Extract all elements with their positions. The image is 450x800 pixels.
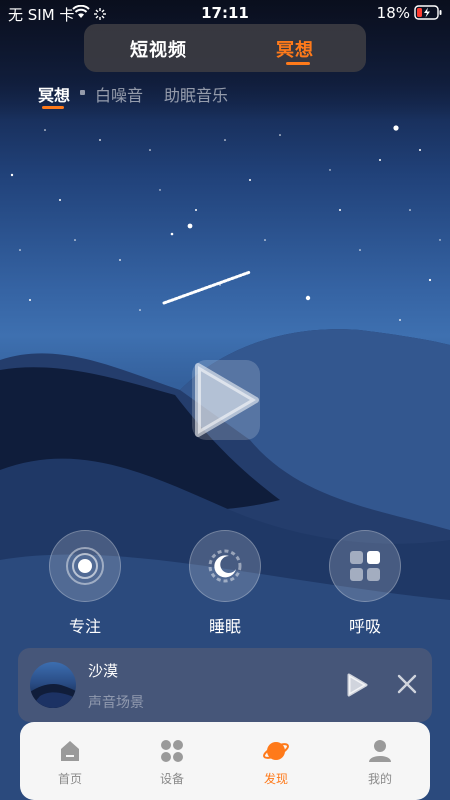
- breath-icon: [329, 530, 401, 602]
- nav-devices-label: 设备: [159, 772, 184, 786]
- mode-breath-button[interactable]: 呼吸: [328, 530, 402, 637]
- planet-icon: [263, 738, 289, 764]
- mini-play-button[interactable]: [346, 672, 368, 702]
- subtab-meditation[interactable]: 冥想: [38, 82, 70, 106]
- mode-breath-label: 呼吸: [348, 617, 381, 636]
- track-title: 沙漠: [88, 662, 119, 680]
- content-type-switch: 短视频 冥想: [84, 24, 366, 72]
- play-icon: [347, 673, 368, 697]
- nav-profile[interactable]: 我的: [350, 738, 410, 787]
- nav-discover[interactable]: 发现: [246, 738, 306, 787]
- play-icon: [195, 363, 259, 437]
- nav-home-label: 首页: [57, 772, 82, 786]
- nav-devices[interactable]: 设备: [142, 738, 202, 787]
- mode-sleep-label: 睡眠: [208, 617, 241, 636]
- hero-play-button[interactable]: [192, 360, 260, 440]
- mode-focus-button[interactable]: 专注: [48, 530, 122, 637]
- home-icon: [57, 738, 83, 764]
- mode-sleep-button[interactable]: 睡眠: [188, 530, 262, 637]
- status-bar: 无 SIM 卡 17:11 18%: [0, 0, 450, 26]
- nav-discover-label: 发现: [263, 772, 288, 786]
- subtab-white-noise[interactable]: 白噪音: [95, 82, 143, 106]
- mini-close-button[interactable]: [396, 673, 418, 699]
- active-tab-indicator: [286, 62, 310, 65]
- sub-category-tabs: 冥想 白噪音 助眠音乐: [0, 80, 450, 110]
- subtab-indicator: [42, 106, 64, 109]
- nav-profile-label: 我的: [367, 772, 392, 786]
- track-subtitle: 声音场景: [88, 695, 144, 711]
- battery-percent: 18%: [376, 4, 410, 22]
- tab-meditation[interactable]: 冥想: [276, 36, 314, 62]
- tab-short-video[interactable]: 短视频: [130, 36, 187, 62]
- devices-icon: [159, 738, 185, 764]
- mode-focus-label: 专注: [68, 617, 101, 636]
- mini-player[interactable]: 沙漠 声音场景: [18, 648, 432, 722]
- bottom-navigation: 首页 设备 发现 我的: [20, 722, 430, 800]
- focus-icon: [49, 530, 121, 602]
- subtab-separator: [80, 90, 85, 95]
- moon-icon: [189, 530, 261, 602]
- profile-icon: [367, 738, 393, 764]
- battery-charging-icon: [414, 5, 442, 24]
- nav-home[interactable]: 首页: [40, 738, 100, 787]
- close-icon: [397, 674, 417, 694]
- subtab-sleep-music[interactable]: 助眠音乐: [164, 82, 228, 106]
- track-cover-image: [30, 662, 76, 708]
